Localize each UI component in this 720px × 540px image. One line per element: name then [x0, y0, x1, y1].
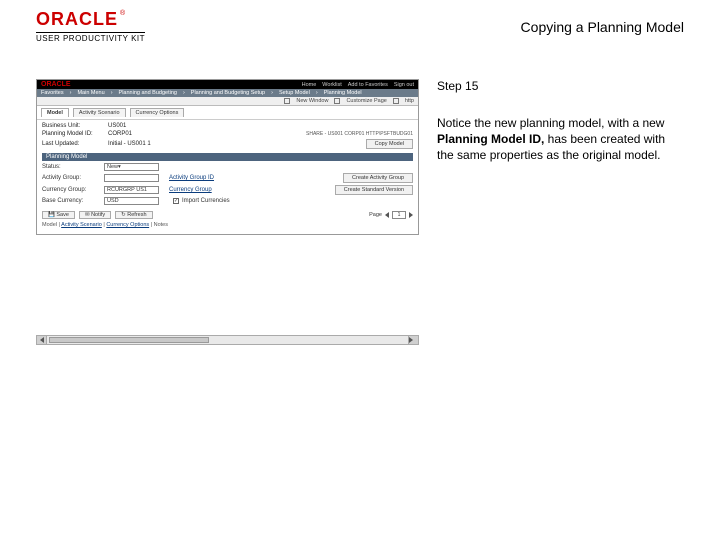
refresh-button[interactable]: ↻ Refresh — [115, 211, 152, 219]
chevron-left-icon — [40, 337, 44, 343]
worklist-link[interactable]: Worklist — [322, 82, 341, 88]
utility-bar: New Window Customize Page http — [37, 97, 418, 106]
scroll-right-button[interactable] — [408, 336, 418, 344]
activity-group-label: Activity Group: — [42, 175, 100, 181]
app-content: Business Unit: US001 Planning Model ID: … — [37, 120, 418, 234]
prev-page-icon[interactable] — [385, 212, 389, 218]
favorites-link[interactable]: Add to Favorites — [348, 82, 388, 88]
pmid-value: CORP01 — [108, 131, 132, 137]
base-currency-input[interactable]: USD — [104, 197, 159, 205]
signout-link[interactable]: Sign out — [394, 82, 414, 88]
link-activity-scenario[interactable]: Activity Scenario — [61, 222, 102, 228]
help-link[interactable]: http — [405, 98, 414, 104]
breadcrumb-bar: Favorites› Main Menu› Planning and Budge… — [37, 89, 418, 97]
horizontal-scrollbar[interactable] — [36, 335, 419, 345]
status-label: Status: — [42, 164, 100, 170]
instruction-panel: Step 15 Notice the new planning model, w… — [437, 79, 684, 345]
chevron-right-icon — [409, 337, 418, 343]
lastupdated-value: Initial - US001 1 — [108, 141, 151, 147]
import-currencies-checkbox[interactable] — [173, 198, 179, 204]
bu-label: Business Unit: — [42, 123, 100, 129]
save-button[interactable]: 💾 Save — [42, 211, 75, 219]
app-topbar: ORACLE Home Worklist Add to Favorites Si… — [37, 80, 418, 89]
instruction-text: Notice the new planning model, with a ne… — [437, 115, 684, 164]
crumb[interactable]: Planning and Budgeting — [119, 90, 177, 96]
currency-group-input[interactable]: RCURGRP US1 — [104, 186, 159, 194]
home-link[interactable]: Home — [302, 82, 317, 88]
currency-group-label: Currency Group: — [42, 187, 100, 193]
crumb[interactable]: Main Menu — [77, 90, 104, 96]
scroll-thumb[interactable] — [49, 337, 209, 343]
activity-group-input[interactable] — [104, 174, 159, 182]
create-standard-version-button[interactable]: Create Standard Version — [335, 185, 413, 195]
lastupdated-label: Last Updated: — [42, 141, 100, 147]
page-title: Copying a Planning Model — [521, 19, 684, 35]
create-activity-group-button[interactable]: Create Activity Group — [343, 173, 413, 183]
app-top-links: Home Worklist Add to Favorites Sign out — [302, 82, 414, 88]
next-page-icon[interactable] — [409, 212, 413, 218]
page-label: Page — [369, 212, 382, 218]
logo-block: ORACLE® USER PRODUCTIVITY KIT — [36, 10, 145, 43]
new-window-link[interactable]: New Window — [296, 98, 328, 104]
registered-icon: ® — [120, 10, 125, 17]
customize-page-link[interactable]: Customize Page — [346, 98, 386, 104]
app-screenshot: ORACLE Home Worklist Add to Favorites Si… — [36, 79, 419, 235]
status-select[interactable]: New ▾ — [104, 163, 159, 171]
tab-currency-options[interactable]: Currency Options — [130, 108, 185, 117]
tab-activity-scenario[interactable]: Activity Scenario — [73, 108, 126, 117]
crumb[interactable]: Favorites — [41, 90, 64, 96]
tab-model[interactable]: Model — [41, 108, 69, 117]
newwindow-icon[interactable] — [284, 98, 290, 104]
page-input[interactable]: 1 — [392, 211, 406, 219]
section-header: Planning Model — [42, 153, 413, 161]
help-icon[interactable] — [393, 98, 399, 104]
app-brand: ORACLE — [41, 81, 71, 88]
custpage-icon[interactable] — [334, 98, 340, 104]
base-currency-label: Base Currency: — [42, 198, 100, 204]
pmid-label: Planning Model ID: — [42, 131, 100, 137]
step-label: Step 15 — [437, 79, 684, 93]
page-tabs: Model Activity Scenario Currency Options — [37, 106, 418, 120]
pmid-extra: SHARE - US001 CORP01 HTTP\PSFTBUDG01 — [306, 131, 413, 137]
bottom-links: Model | Activity Scenario | Currency Opt… — [42, 222, 413, 228]
link-currency-options[interactable]: Currency Options — [106, 222, 149, 228]
bu-value: US001 — [108, 123, 126, 129]
scroll-left-button[interactable] — [37, 336, 47, 344]
crumb[interactable]: Planning Model — [324, 90, 362, 96]
crumb[interactable]: Planning and Budgeting Setup — [191, 90, 265, 96]
crumb[interactable]: Setup Model — [279, 90, 310, 96]
page-footer: 💾 Save ✉ Notify ↻ Refresh Page 1 — [42, 211, 413, 219]
oracle-logo: ORACLE — [36, 9, 118, 29]
import-currencies-label: Import Currencies — [182, 198, 230, 204]
scroll-track[interactable] — [47, 336, 408, 344]
currency-group-link[interactable]: Currency Group — [169, 187, 212, 193]
copy-model-button[interactable]: Copy Model — [366, 139, 413, 149]
activity-group-link[interactable]: Activity Group ID — [169, 175, 214, 181]
upk-label: USER PRODUCTIVITY KIT — [36, 32, 145, 43]
pager: Page 1 — [369, 211, 413, 219]
notify-button[interactable]: ✉ Notify — [79, 211, 111, 219]
